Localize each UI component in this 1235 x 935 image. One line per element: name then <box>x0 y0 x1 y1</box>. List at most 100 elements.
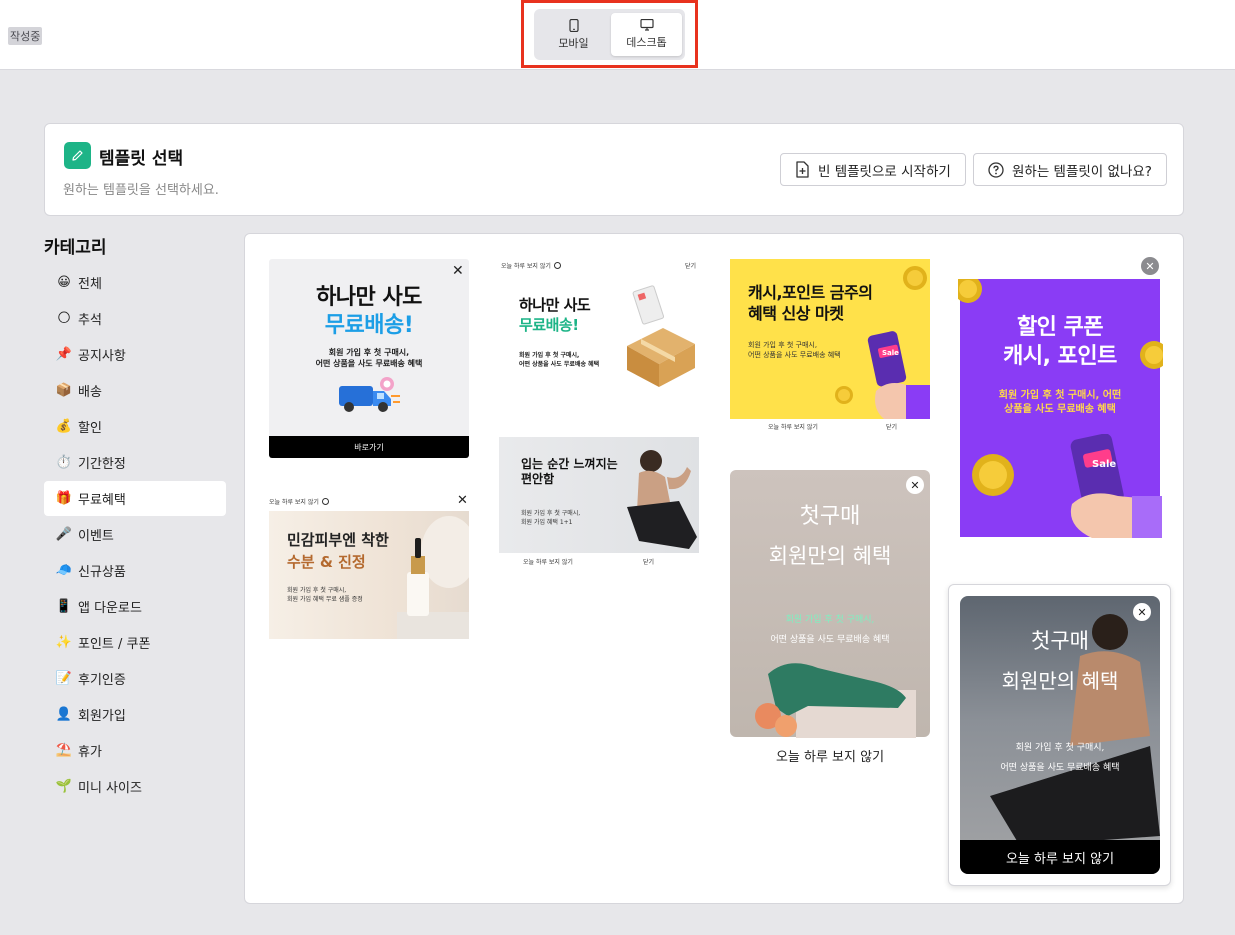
template-subtext: 회원 가입 후 첫 구매시, <box>521 510 581 517</box>
category-item-limited-time[interactable]: ⏱️ 기간한정 <box>44 445 226 480</box>
template-help-button[interactable]: 원하는 템플릿이 없나요? <box>973 153 1167 186</box>
sale-badge-text: Sale <box>1092 459 1117 470</box>
status-badge: 작성중 <box>8 27 43 45</box>
category-label: 기간한정 <box>78 457 126 472</box>
template-headline-accent: 무료배송! <box>324 313 414 338</box>
template-card-cash-point-market[interactable]: 캐시,포인트 금주의 혜택 신상 마켓 회원 가입 후 첫 구매시, 어떤 상품… <box>730 259 930 433</box>
category-item-free-benefit[interactable]: 🎁 무료혜택 <box>44 481 226 516</box>
close-link[interactable]: 닫기 <box>643 557 654 566</box>
category-emoji-icon: 🌱 <box>55 779 73 794</box>
template-headline-accent: 수분 & 진정 <box>287 553 366 571</box>
category-item-shipping[interactable]: 📦 배송 <box>44 373 226 408</box>
check-circle-icon <box>553 262 561 269</box>
go-button[interactable]: 바로가기 <box>269 436 469 458</box>
desktop-view-button[interactable]: 데스크톱 <box>611 13 682 56</box>
category-label: 이벤트 <box>78 529 114 544</box>
close-icon[interactable]: ✕ <box>452 264 464 278</box>
template-subtext: 어떤 상품을 사도 무료배송 혜택 <box>519 361 600 368</box>
template-headline: 혜택 신상 마켓 <box>748 304 844 323</box>
question-circle-icon <box>988 161 1004 178</box>
template-card-coupon-purple[interactable]: ✕ 할인 쿠폰 캐시, 포인트 회원 가입 후 첫 구매시, 어떤 상품을 사도… <box>958 254 1163 539</box>
close-icon[interactable]: ✕ <box>1133 603 1151 621</box>
template-headline: 민감피부엔 착한 <box>287 531 389 549</box>
category-item-new-product[interactable]: 🧢 신규상품 <box>44 553 226 588</box>
close-link[interactable]: 닫기 <box>886 422 897 431</box>
template-card-free-shipping-box[interactable]: 오늘 하루 보지 않기 닫기 하나만 사도 무료배송! 회원 가입 후 첫 구매… <box>499 259 699 397</box>
template-headline: 회원만의 혜택 <box>1001 669 1119 693</box>
category-emoji-icon: 📱 <box>55 599 73 614</box>
hide-today-link[interactable]: 오늘 하루 보지 않기 <box>269 497 329 506</box>
template-headline: 편안함 <box>521 472 555 486</box>
mobile-icon <box>568 18 579 32</box>
serum-bottle-icon <box>397 516 469 639</box>
go-button-label: 바로가기 <box>354 442 384 452</box>
hide-today-link[interactable]: 오늘 하루 보지 않기 <box>501 261 561 270</box>
mobile-label: 모바일 <box>558 36 589 50</box>
category-emoji-icon: 😀 <box>57 275 71 290</box>
category-label: 앱 다운로드 <box>78 601 142 616</box>
template-card-free-shipping[interactable]: ✕ 하나만 사도 무료배송! 회원 가입 후 첫 구매시, 어떤 상품을 사도 … <box>269 259 469 458</box>
template-header-card: 템플릿 선택 원하는 템플릿을 선택하세요. 빈 템플릿으로 시작하기 원하는 … <box>44 123 1184 216</box>
category-item-point-coupon[interactable]: ✨ 포인트 / 쿠폰 <box>44 625 226 660</box>
category-emoji-icon: 🧢 <box>55 563 73 578</box>
coin-icon <box>958 279 982 303</box>
template-subtext: 회원 가입 후 첫 구매시, <box>785 615 875 625</box>
phone-hand-icon <box>867 331 930 419</box>
category-emoji-icon: 🎁 <box>55 491 73 506</box>
page-subtitle: 원하는 템플릿을 선택하세요. <box>63 183 219 198</box>
category-label: 신규상품 <box>78 565 126 580</box>
check-circle-icon <box>321 498 329 505</box>
category-emoji-icon: 💰 <box>55 419 73 434</box>
shoe-icon <box>755 663 916 738</box>
category-item-discount[interactable]: 💰 할인 <box>44 409 226 444</box>
start-blank-template-button[interactable]: 빈 템플릿으로 시작하기 <box>780 153 966 186</box>
hide-today-bar[interactable]: 오늘 하루 보지 않기 <box>960 840 1160 874</box>
page-title: 템플릿 선택 <box>99 149 184 169</box>
template-subtext: 회원 가입 후 첫 구매시, <box>748 341 818 349</box>
phone-hand-icon <box>1070 434 1162 538</box>
template-headline: 첫구매 <box>1031 629 1089 653</box>
close-link[interactable]: 닫기 <box>685 261 696 270</box>
category-emoji-icon: 📦 <box>55 383 73 398</box>
category-item-signup[interactable]: 👤 회원가입 <box>44 697 226 732</box>
category-item-notice[interactable]: 📌 공지사항 <box>44 337 226 372</box>
category-item-all[interactable]: 😀 전체 <box>44 265 226 300</box>
category-item-vacation[interactable]: ⛱️ 휴가 <box>44 733 226 768</box>
category-item-event[interactable]: 🎤 이벤트 <box>44 517 226 552</box>
template-card-first-purchase-model[interactable]: ✕ 첫구매 회원만의 혜택 회원 가입 후 첫 구매시, 어떤 상품을 사도 무… <box>948 584 1171 886</box>
parcel-box-icon <box>627 285 695 387</box>
template-subtext: 어떤 상품을 사도 무료배송 혜택 <box>770 635 890 645</box>
category-item-chuseok[interactable]: 🌕 추석 <box>44 301 226 336</box>
category-item-app-download[interactable]: 📱 앱 다운로드 <box>44 589 226 624</box>
template-headline-accent: 무료배송! <box>519 316 579 334</box>
hide-today-link[interactable]: 오늘 하루 보지 않기 <box>523 557 573 566</box>
coin-icon <box>972 454 1014 496</box>
category-item-review[interactable]: 📝 후기인증 <box>44 661 226 696</box>
pencil-icon <box>64 142 91 169</box>
template-subtext: 상품을 사도 무료배송 혜택 <box>1004 404 1116 415</box>
desktop-label: 데스크톱 <box>626 36 667 49</box>
template-card-skincare[interactable]: 오늘 하루 보지 않기 ✕ 민감피부엔 착한 수분 & 진정 회원 가입 후 첫… <box>269 494 469 639</box>
template-subtext: 회원 가입 후 첫 구매시, <box>1015 743 1105 753</box>
category-label: 포인트 / 쿠폰 <box>78 637 151 652</box>
category-emoji-icon: 📌 <box>55 347 73 362</box>
category-item-mini-size[interactable]: 🌱 미니 사이즈 <box>44 769 226 804</box>
close-icon[interactable]: ✕ <box>457 494 468 507</box>
mobile-view-button[interactable]: 모바일 <box>538 13 609 56</box>
template-subtext: 어떤 상품을 사도 무료배송 혜택 <box>315 359 423 368</box>
sale-badge-text: Sale <box>882 349 899 357</box>
template-card-first-purchase-shoe[interactable]: ✕ 첫구매 회원만의 혜택 회원 가입 후 첫 구매시, 어떤 상품을 사도 무… <box>730 470 930 765</box>
category-label: 전체 <box>78 277 102 292</box>
template-subtext: 회원 가입 후 첫 구매시, 어떤 <box>998 390 1122 401</box>
category-label: 휴가 <box>78 745 102 760</box>
template-card-comfort-fashion[interactable]: 입는 순간 느껴지는 편안함 회원 가입 후 첫 구매시, 회원 가입 혜택 1… <box>499 437 699 571</box>
close-icon[interactable]: ✕ <box>906 476 924 494</box>
hide-today-link[interactable]: 오늘 하루 보지 않기 <box>768 422 818 431</box>
category-label: 회원가입 <box>78 709 126 724</box>
hide-today-link[interactable]: 오늘 하루 보지 않기 <box>730 746 930 765</box>
close-icon[interactable]: ✕ <box>1141 257 1159 275</box>
start-blank-label: 빈 템플릿으로 시작하기 <box>818 163 951 180</box>
template-grid: ✕ 하나만 사도 무료배송! 회원 가입 후 첫 구매시, 어떤 상품을 사도 … <box>244 233 1184 904</box>
category-emoji-icon: 👤 <box>55 707 73 722</box>
category-emoji-icon: ⛱️ <box>55 743 73 758</box>
